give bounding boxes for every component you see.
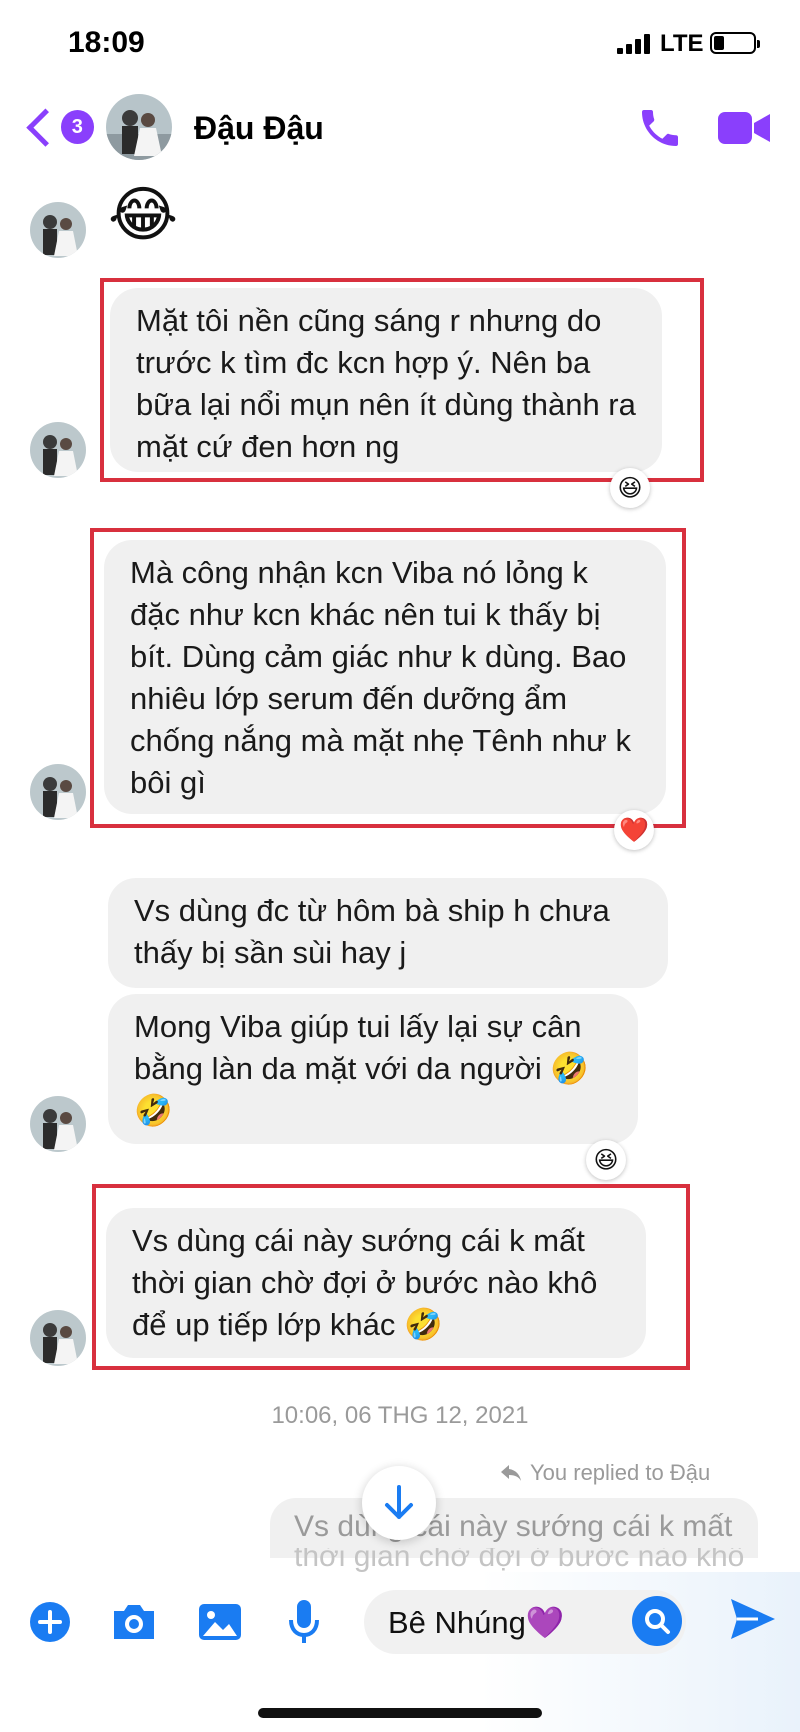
message-input-text: Bê Nhúng💜 [388, 1604, 565, 1640]
chevron-left-icon [26, 108, 65, 146]
reaction-badge[interactable]: ❤️ [614, 810, 654, 850]
emoji-message[interactable]: 😂 [108, 180, 178, 250]
plus-icon [30, 1602, 70, 1642]
reply-arrow-icon [501, 1465, 521, 1481]
message-bubble[interactable]: Mà công nhận kcn Viba nó lỏng k đặc như … [104, 540, 666, 814]
network-label: LTE [660, 30, 704, 57]
message-timestamp: 10:06, 06 THG 12, 2021 [271, 1402, 529, 1429]
video-call-button[interactable] [716, 108, 772, 148]
sender-avatar[interactable] [30, 1096, 86, 1152]
signal-icon [617, 34, 651, 54]
message-bubble[interactable]: Mặt tôi nền cũng sáng r nhưng do trước k… [110, 288, 662, 472]
phone-call-button[interactable] [636, 104, 684, 152]
add-button[interactable] [26, 1598, 74, 1646]
send-button[interactable] [728, 1596, 778, 1646]
image-icon [199, 1604, 241, 1640]
message-bubble[interactable]: Vs dùng cái này sướng cái k mất thời gia… [106, 1208, 646, 1358]
camera-button[interactable] [110, 1598, 158, 1646]
arrow-down-icon [385, 1485, 413, 1519]
sender-avatar[interactable] [30, 764, 86, 820]
sender-avatar[interactable] [30, 202, 86, 258]
voice-button[interactable] [280, 1598, 328, 1646]
status-time: 18:09 [68, 26, 145, 59]
reply-preview-cutoff: thời gian chờ đợi ở bước nào khô [294, 1548, 745, 1572]
emoji-button[interactable] [632, 1596, 682, 1646]
phone-icon [642, 110, 678, 146]
message-bubble[interactable]: Vs dùng đc từ hôm bà ship h chưa thấy bị… [108, 878, 668, 988]
home-indicator [258, 1708, 542, 1718]
video-camera-icon [718, 112, 770, 144]
battery-icon [710, 32, 760, 54]
replied-label: You replied to Đậu [530, 1460, 711, 1485]
sender-avatar[interactable] [30, 422, 86, 478]
reaction-badge[interactable]: 😆 [610, 468, 650, 508]
unread-badge: 3 [60, 110, 94, 144]
message-bubble[interactable]: Mong Viba giúp tui lấy lại sự cân bằng l… [108, 994, 638, 1144]
contact-avatar[interactable] [106, 94, 172, 160]
search-icon [645, 1609, 670, 1634]
sender-avatar[interactable] [30, 1310, 86, 1366]
microphone-icon [289, 1600, 319, 1643]
send-icon [731, 1599, 775, 1639]
replied-indicator: You replied to Đậu [500, 1460, 710, 1486]
contact-name[interactable]: Đậu Đậu [194, 110, 324, 147]
scroll-to-bottom-button[interactable] [362, 1466, 436, 1540]
back-button[interactable]: 3 [24, 104, 94, 150]
reaction-badge[interactable]: 😆 [586, 1140, 626, 1180]
camera-icon [114, 1605, 154, 1639]
gallery-button[interactable] [196, 1598, 244, 1646]
